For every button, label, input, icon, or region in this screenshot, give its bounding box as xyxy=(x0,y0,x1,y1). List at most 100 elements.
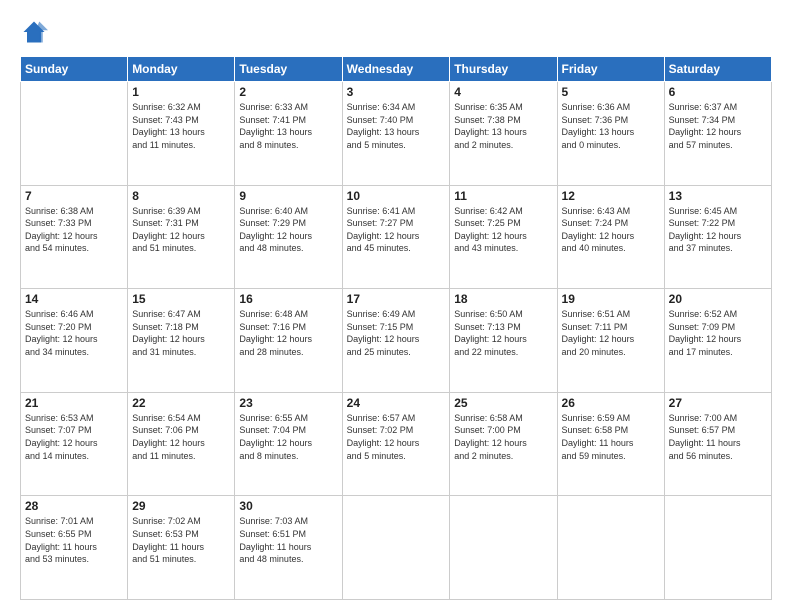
logo xyxy=(20,18,52,46)
day-number: 5 xyxy=(562,85,660,99)
day-number: 7 xyxy=(25,189,123,203)
cell-text-line: Sunset: 6:51 PM xyxy=(239,528,337,541)
cell-text-line: Sunset: 7:38 PM xyxy=(454,114,552,127)
calendar-table: SundayMondayTuesdayWednesdayThursdayFrid… xyxy=(20,56,772,600)
cell-text-line: and 51 minutes. xyxy=(132,242,230,255)
cell-text-line: Sunset: 7:34 PM xyxy=(669,114,767,127)
cell-text-line: Daylight: 12 hours xyxy=(347,437,446,450)
cell-text-line: Sunset: 7:24 PM xyxy=(562,217,660,230)
cell-text-line: and 59 minutes. xyxy=(562,450,660,463)
cell-text-line: Sunset: 6:55 PM xyxy=(25,528,123,541)
cell-text-line: Sunrise: 6:32 AM xyxy=(132,101,230,114)
cell-text-line: Daylight: 11 hours xyxy=(562,437,660,450)
cell-text-line: and 25 minutes. xyxy=(347,346,446,359)
cell-text-line: Daylight: 12 hours xyxy=(454,230,552,243)
calendar-cell: 24 Sunrise: 6:57 AMSunset: 7:02 PMDayligh… xyxy=(342,392,450,496)
week-row-1: 1 Sunrise: 6:32 AMSunset: 7:43 PM Daylight… xyxy=(21,82,772,186)
cell-text-line: and 11 minutes. xyxy=(132,450,230,463)
calendar-cell: 8Sunrise: 6:39 AMSunset: 7:31 PMDaylight… xyxy=(128,185,235,289)
day-header-friday: Friday xyxy=(557,57,664,82)
cell-text-line: Daylight: 12 hours xyxy=(132,333,230,346)
cell-text-line: Sunrise: 6:57 AM xyxy=(347,412,446,425)
cell-text-line: Sunset: 7:13 PM xyxy=(454,321,552,334)
cell-text-line: and 0 minutes. xyxy=(562,139,660,152)
day-number: 30 xyxy=(239,499,337,513)
cell-text-line: and 43 minutes. xyxy=(454,242,552,255)
cell-text-line: Sunrise: 6:36 AM xyxy=(562,101,660,114)
day-header-thursday: Thursday xyxy=(450,57,557,82)
week-row-5: 28Sunrise: 7:01 AMSunset: 6:55 PMDayligh… xyxy=(21,496,772,600)
cell-text-line: Sunset: 7:20 PM xyxy=(25,321,123,334)
calendar-cell: 7Sunrise: 6:38 AMSunset: 7:33 PMDaylight… xyxy=(21,185,128,289)
cell-text-line: Sunset: 7:27 PM xyxy=(347,217,446,230)
cell-text-line: Daylight: 13 hours xyxy=(239,126,337,139)
calendar-cell xyxy=(342,496,450,600)
cell-text-line: Sunrise: 6:43 AM xyxy=(562,205,660,218)
cell-text-line: Daylight: 11 hours xyxy=(25,541,123,554)
day-number: 10 xyxy=(347,189,446,203)
cell-text-line: Sunset: 7:11 PM xyxy=(562,321,660,334)
calendar-cell: 15Sunrise: 6:47 AMSunset: 7:18 PMDayligh… xyxy=(128,289,235,393)
calendar-cell: 21Sunrise: 6:53 AMSunset: 7:07 PMDayligh… xyxy=(21,392,128,496)
cell-text-line: and 48 minutes. xyxy=(239,242,337,255)
cell-text-line: Daylight: 13 hours xyxy=(347,126,446,139)
cell-text-line: Sunset: 7:36 PM xyxy=(562,114,660,127)
day-header-tuesday: Tuesday xyxy=(235,57,342,82)
week-row-3: 14Sunrise: 6:46 AMSunset: 7:20 PMDayligh… xyxy=(21,289,772,393)
cell-text-line: Sunrise: 6:38 AM xyxy=(25,205,123,218)
cell-text-line: Daylight: 12 hours xyxy=(239,333,337,346)
cell-text-line: Sunset: 7:06 PM xyxy=(132,424,230,437)
cell-text-line: Sunset: 7:25 PM xyxy=(454,217,552,230)
cell-text-line: Sunset: 7:31 PM xyxy=(132,217,230,230)
cell-text-line: Sunrise: 6:49 AM xyxy=(347,308,446,321)
calendar-cell: 1Sunrise: 6:32 AMSunset: 7:43 PMDaylight… xyxy=(128,82,235,186)
cell-text-line: and 14 minutes. xyxy=(25,450,123,463)
day-number: 26 xyxy=(562,396,660,410)
calendar-cell: 12Sunrise: 6:43 AMSunset: 7:24 PMDayligh… xyxy=(557,185,664,289)
cell-text-line: Sunrise: 6:50 AM xyxy=(454,308,552,321)
cell-text-line: Daylight: 12 hours xyxy=(347,333,446,346)
cell-text-line: Daylight: 12 hours xyxy=(669,333,767,346)
calendar-cell: 5Sunrise: 6:36 AMSunset: 7:36 PMDaylight… xyxy=(557,82,664,186)
cell-text-line: Daylight: 12 hours xyxy=(25,437,123,450)
cell-text-line: Sunrise: 6:53 AM xyxy=(25,412,123,425)
cell-text-line: Sunrise: 6:33 AM xyxy=(239,101,337,114)
cell-text-line: Daylight: 11 hours xyxy=(669,437,767,450)
calendar-cell: 18Sunrise: 6:50 AMSunset: 7:13 PMDayligh… xyxy=(450,289,557,393)
cell-text-line: Sunset: 7:33 PM xyxy=(25,217,123,230)
calendar-cell: 6Sunrise: 6:37 AMSunset: 7:34 PMDaylight… xyxy=(664,82,771,186)
cell-text-line: Sunrise: 6:37 AM xyxy=(669,101,767,114)
day-number: 1 xyxy=(132,85,230,99)
cell-text-line: Sunrise: 6:54 AM xyxy=(132,412,230,425)
cell-text-line: Daylight: 12 hours xyxy=(562,230,660,243)
cell-text-line: Daylight: 12 hours xyxy=(132,437,230,450)
calendar-cell: 16Sunrise: 6:48 AMSunset: 7:16 PMDayligh… xyxy=(235,289,342,393)
cell-text-line: and 5 minutes. xyxy=(347,450,446,463)
cell-text-line: Daylight: 12 hours xyxy=(669,230,767,243)
calendar-cell: 11Sunrise: 6:42 AMSunset: 7:25 PMDayligh… xyxy=(450,185,557,289)
day-number: 19 xyxy=(562,292,660,306)
cell-text-line: Daylight: 12 hours xyxy=(347,230,446,243)
cell-text-line: Sunrise: 6:34 AM xyxy=(347,101,446,114)
cell-text-line: Sunset: 7:09 PM xyxy=(669,321,767,334)
cell-text-line: and 17 minutes. xyxy=(669,346,767,359)
day-number: 24 xyxy=(347,396,446,410)
day-header-wednesday: Wednesday xyxy=(342,57,450,82)
cell-text-line: and 2 minutes. xyxy=(454,450,552,463)
cell-text-line: Sunrise: 6:46 AM xyxy=(25,308,123,321)
cell-text-line: Sunset: 7:02 PM xyxy=(347,424,446,437)
calendar-cell xyxy=(664,496,771,600)
cell-text-line: Sunrise: 6:42 AM xyxy=(454,205,552,218)
calendar-cell: 27Sunrise: 7:00 AMSunset: 6:57 PMDayligh… xyxy=(664,392,771,496)
day-number: 25 xyxy=(454,396,552,410)
cell-text-line: Sunset: 7:15 PM xyxy=(347,321,446,334)
day-number: 18 xyxy=(454,292,552,306)
cell-text-line: Sunset: 7:43 PM xyxy=(132,114,230,127)
cell-text-line: Sunrise: 7:02 AM xyxy=(132,515,230,528)
cell-text-line: Sunrise: 6:48 AM xyxy=(239,308,337,321)
day-number: 20 xyxy=(669,292,767,306)
cell-text-line: Sunrise: 6:45 AM xyxy=(669,205,767,218)
cell-text-line: and 8 minutes. xyxy=(239,450,337,463)
calendar-cell: 3Sunrise: 6:34 AMSunset: 7:40 PMDaylight… xyxy=(342,82,450,186)
day-number: 15 xyxy=(132,292,230,306)
